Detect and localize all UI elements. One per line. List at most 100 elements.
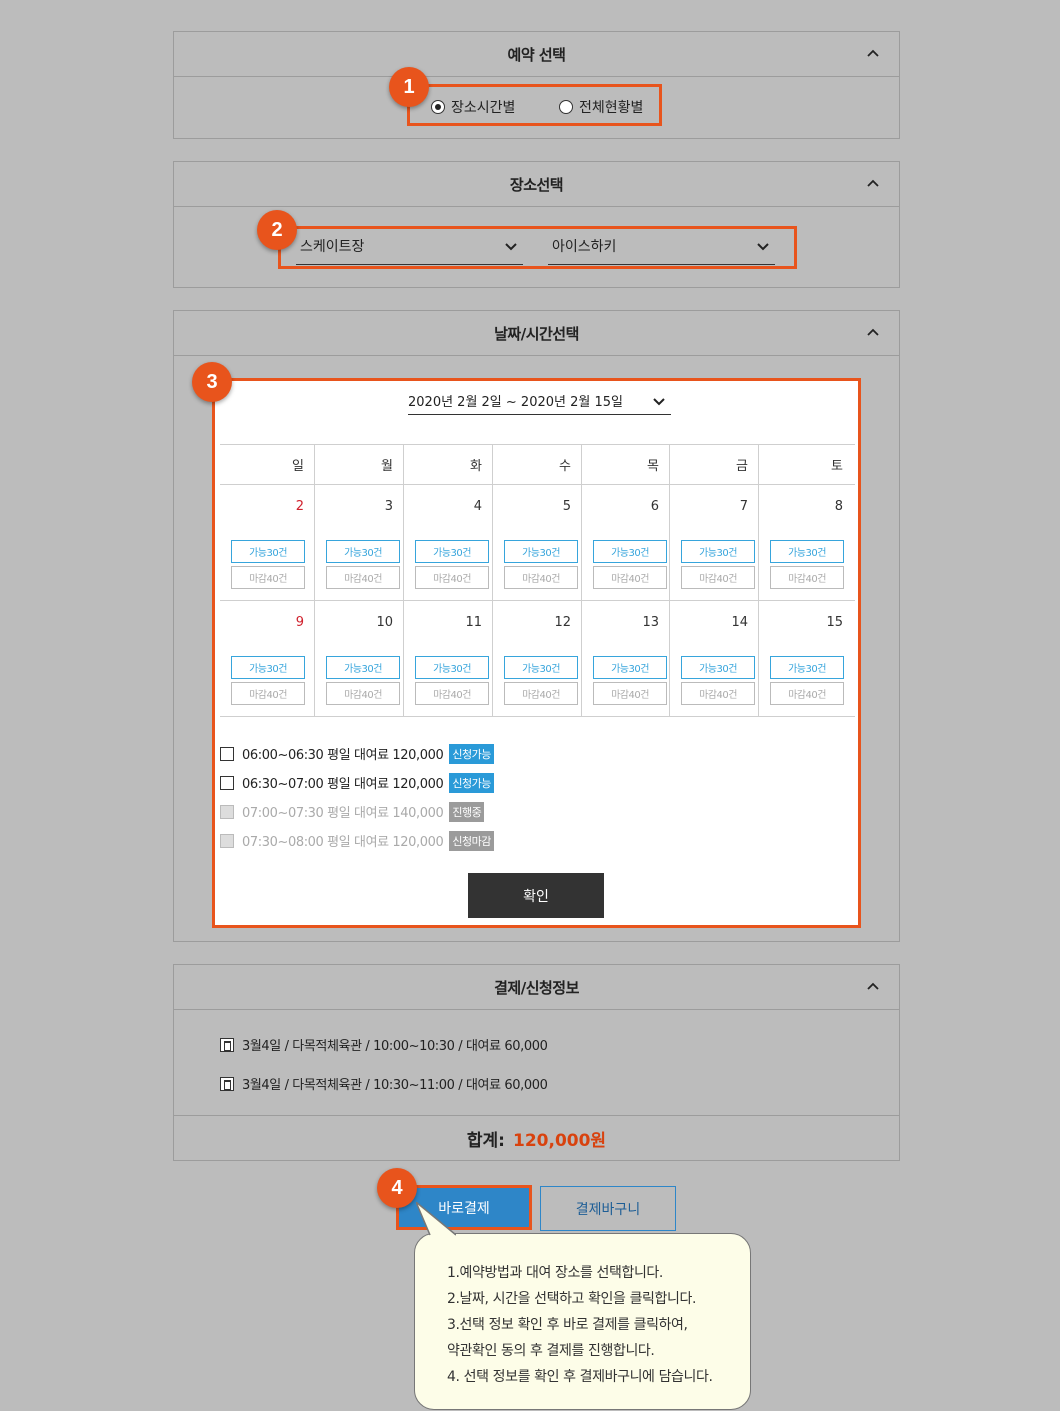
day-number: 8 <box>834 499 843 514</box>
day-number: 5 <box>562 499 571 514</box>
available-count-button[interactable]: 가능30건 <box>593 656 667 679</box>
calendar-week-row: 2 가능30건 마감40건 3 가능30건 마감40건 4 가능30건 마감40건 5 가능30건 마… <box>220 485 855 601</box>
payment-info-title: 결제/신청정보 <box>494 978 579 997</box>
radio-label: 전체현황별 <box>579 100 644 116</box>
weekday-label: 화 <box>404 445 493 484</box>
radio-overall-status[interactable]: 전체현황별 <box>559 97 643 117</box>
day-number: 4 <box>473 499 482 514</box>
step-badge-2: 2 <box>257 210 297 250</box>
radio-by-place-time[interactable]: 장소시간별 <box>431 97 515 117</box>
help-tooltip: 1.예약방법과 대여 장소를 선택합니다. 2.날짜, 시간을 선택하고 확인을… <box>414 1233 751 1410</box>
available-count-button[interactable]: 가능30건 <box>770 656 844 679</box>
datetime-header[interactable]: 날짜/시간선택 <box>174 311 899 356</box>
available-count-button[interactable]: 가능30건 <box>231 656 305 679</box>
time-slot-row[interactable]: 06:30~07:00 평일 대여료 120,000 신청가능 <box>220 768 494 797</box>
closed-count-label: 마감40건 <box>231 682 305 705</box>
day-number: 7 <box>739 499 748 514</box>
weekday-label: 월 <box>315 445 404 484</box>
collapse-chevron-up-icon[interactable] <box>867 178 879 190</box>
day-number: 13 <box>642 615 659 630</box>
venue-header[interactable]: 장소선택 <box>174 162 899 207</box>
facility-select-value: 아이스하키 <box>552 238 617 255</box>
time-slot-checkbox[interactable] <box>220 746 234 761</box>
chevron-down-icon <box>505 240 517 256</box>
available-count-button[interactable]: 가능30건 <box>231 540 305 563</box>
day-number: 6 <box>650 499 659 514</box>
closed-count-label: 마감40건 <box>770 682 844 705</box>
time-slot-text: 07:30~08:00 평일 대여료 120,000 <box>242 835 444 850</box>
calendar-day-cell[interactable]: 11 가능30건 마감40건 <box>404 601 493 716</box>
calendar-day-cell[interactable]: 12 가능30건 마감40건 <box>493 601 582 716</box>
weekday-label: 금 <box>670 445 759 484</box>
calendar-day-cell[interactable]: 15 가능30건마감40건 <box>759 601 853 716</box>
calendar-day-cell[interactable]: 7 가능30건마감40건 <box>670 485 759 600</box>
time-slot-checkbox <box>220 804 234 819</box>
time-slot-checkbox[interactable] <box>220 775 234 790</box>
chevron-down-icon <box>757 240 769 256</box>
available-count-button[interactable]: 가능30건 <box>326 656 400 679</box>
calendar-day-cell[interactable]: 14 가능30건 마감40건 <box>670 601 759 716</box>
closed-count-label: 마감40건 <box>593 682 667 705</box>
collapse-chevron-up-icon[interactable] <box>867 48 879 60</box>
day-number: 10 <box>376 615 393 630</box>
available-count-button[interactable]: 가능30건 <box>681 656 755 679</box>
payment-item: 3월4일 / 다목적체육관 / 10:00~10:30 / 대여료 60,000 <box>220 1035 548 1054</box>
trash-icon[interactable] <box>220 1076 234 1091</box>
closed-count-label: 마감40건 <box>231 566 305 589</box>
step-badge-3: 3 <box>192 362 232 402</box>
facility-select[interactable]: 아이스하키 <box>548 227 775 265</box>
closed-count-label: 마감40건 <box>415 682 489 705</box>
available-count-button[interactable]: 가능30건 <box>770 540 844 563</box>
available-count-button[interactable]: 가능30건 <box>681 540 755 563</box>
date-range-select[interactable]: 2020년 2월 2일 ~ 2020년 2월 15일 <box>408 387 671 415</box>
calendar-day-cell[interactable]: 8 가능30건마감40건 <box>759 485 853 600</box>
calendar-day-cell[interactable]: 10 가능30건 마감40건 <box>315 601 404 716</box>
available-count-button[interactable]: 가능30건 <box>504 540 578 563</box>
payment-item-text: 3월4일 / 다목적체육관 / 10:00~10:30 / 대여료 60,000 <box>242 1039 548 1054</box>
calendar-week-row: 9 가능30건 마감40건 10 가능30건 마감40건 11 가능30건 마감40건 12 가능3… <box>220 601 855 717</box>
time-slot-row[interactable]: 06:00~06:30 평일 대여료 120,000 신청가능 <box>220 739 494 768</box>
closed-count-label: 마감40건 <box>681 566 755 589</box>
calendar-day-cell[interactable]: 6 가능30건 마감40건 <box>582 485 670 600</box>
venue-title: 장소선택 <box>509 175 564 194</box>
collapse-chevron-up-icon[interactable] <box>867 327 879 339</box>
day-number: 15 <box>826 615 843 630</box>
tooltip-tail <box>416 1202 456 1236</box>
time-slot-status-badge: 신청가능 <box>449 743 494 764</box>
date-range-value: 2020년 2월 2일 ~ 2020년 2월 15일 <box>408 395 623 410</box>
available-count-button[interactable]: 가능30건 <box>326 540 400 563</box>
time-slot-status-badge: 신청마감 <box>449 830 494 851</box>
payment-info-header[interactable]: 결제/신청정보 <box>174 965 899 1010</box>
calendar-day-cell[interactable]: 4 가능30건마감40건 <box>404 485 493 600</box>
closed-count-label: 마감40건 <box>681 682 755 705</box>
available-count-button[interactable]: 가능30건 <box>415 656 489 679</box>
closed-count-label: 마감40건 <box>504 682 578 705</box>
time-slot-status-badge: 신청가능 <box>449 772 494 793</box>
confirm-button[interactable]: 확인 <box>468 873 604 918</box>
time-slot-text: 07:00~07:30 평일 대여료 140,000 <box>242 806 444 821</box>
calendar-day-cell[interactable]: 2 가능30건 마감40건 <box>220 485 315 600</box>
calendar-grid: 일월화수목금토 2 가능30건 마감40건 3 가능30건 마감40건 4 가능30건 마감40… <box>220 444 855 717</box>
radio-button[interactable] <box>559 100 573 114</box>
calendar-day-cell[interactable]: 9 가능30건 마감40건 <box>220 601 315 716</box>
trash-icon[interactable] <box>220 1037 234 1052</box>
available-count-button[interactable]: 가능30건 <box>504 656 578 679</box>
collapse-chevron-up-icon[interactable] <box>867 981 879 993</box>
closed-count-label: 마감40건 <box>415 566 489 589</box>
calendar-day-cell[interactable]: 13 가능30건마감40건 <box>582 601 670 716</box>
step-badge-4: 4 <box>377 1168 417 1208</box>
closed-count-label: 마감40건 <box>770 566 844 589</box>
reservation-type-header[interactable]: 예약 선택 <box>174 32 899 77</box>
step-badge-1: 1 <box>389 67 429 107</box>
calendar-box: 2020년 2월 2일 ~ 2020년 2월 15일 일월화수목금 토 2 가능30… <box>212 378 861 928</box>
available-count-button[interactable]: 가능30건 <box>415 540 489 563</box>
cart-button[interactable]: 결제바구니 <box>540 1186 676 1231</box>
calendar-day-cell[interactable]: 3 가능30건 마감40건 <box>315 485 404 600</box>
venue-select[interactable]: 스케이트장 <box>296 227 523 265</box>
help-line: 약관확인 동의 후 결제를 진행합니다. <box>447 1343 655 1359</box>
radio-button-selected[interactable] <box>431 100 445 114</box>
available-count-button[interactable]: 가능30건 <box>593 540 667 563</box>
payment-info-panel: 결제/신청정보 3월4일 / 다목적체육관 / 10:00~10:30 / 대여… <box>173 964 900 1161</box>
calendar-day-cell[interactable]: 5 가능30건 마감40건 <box>493 485 582 600</box>
weekday-label: 일 <box>220 445 315 484</box>
